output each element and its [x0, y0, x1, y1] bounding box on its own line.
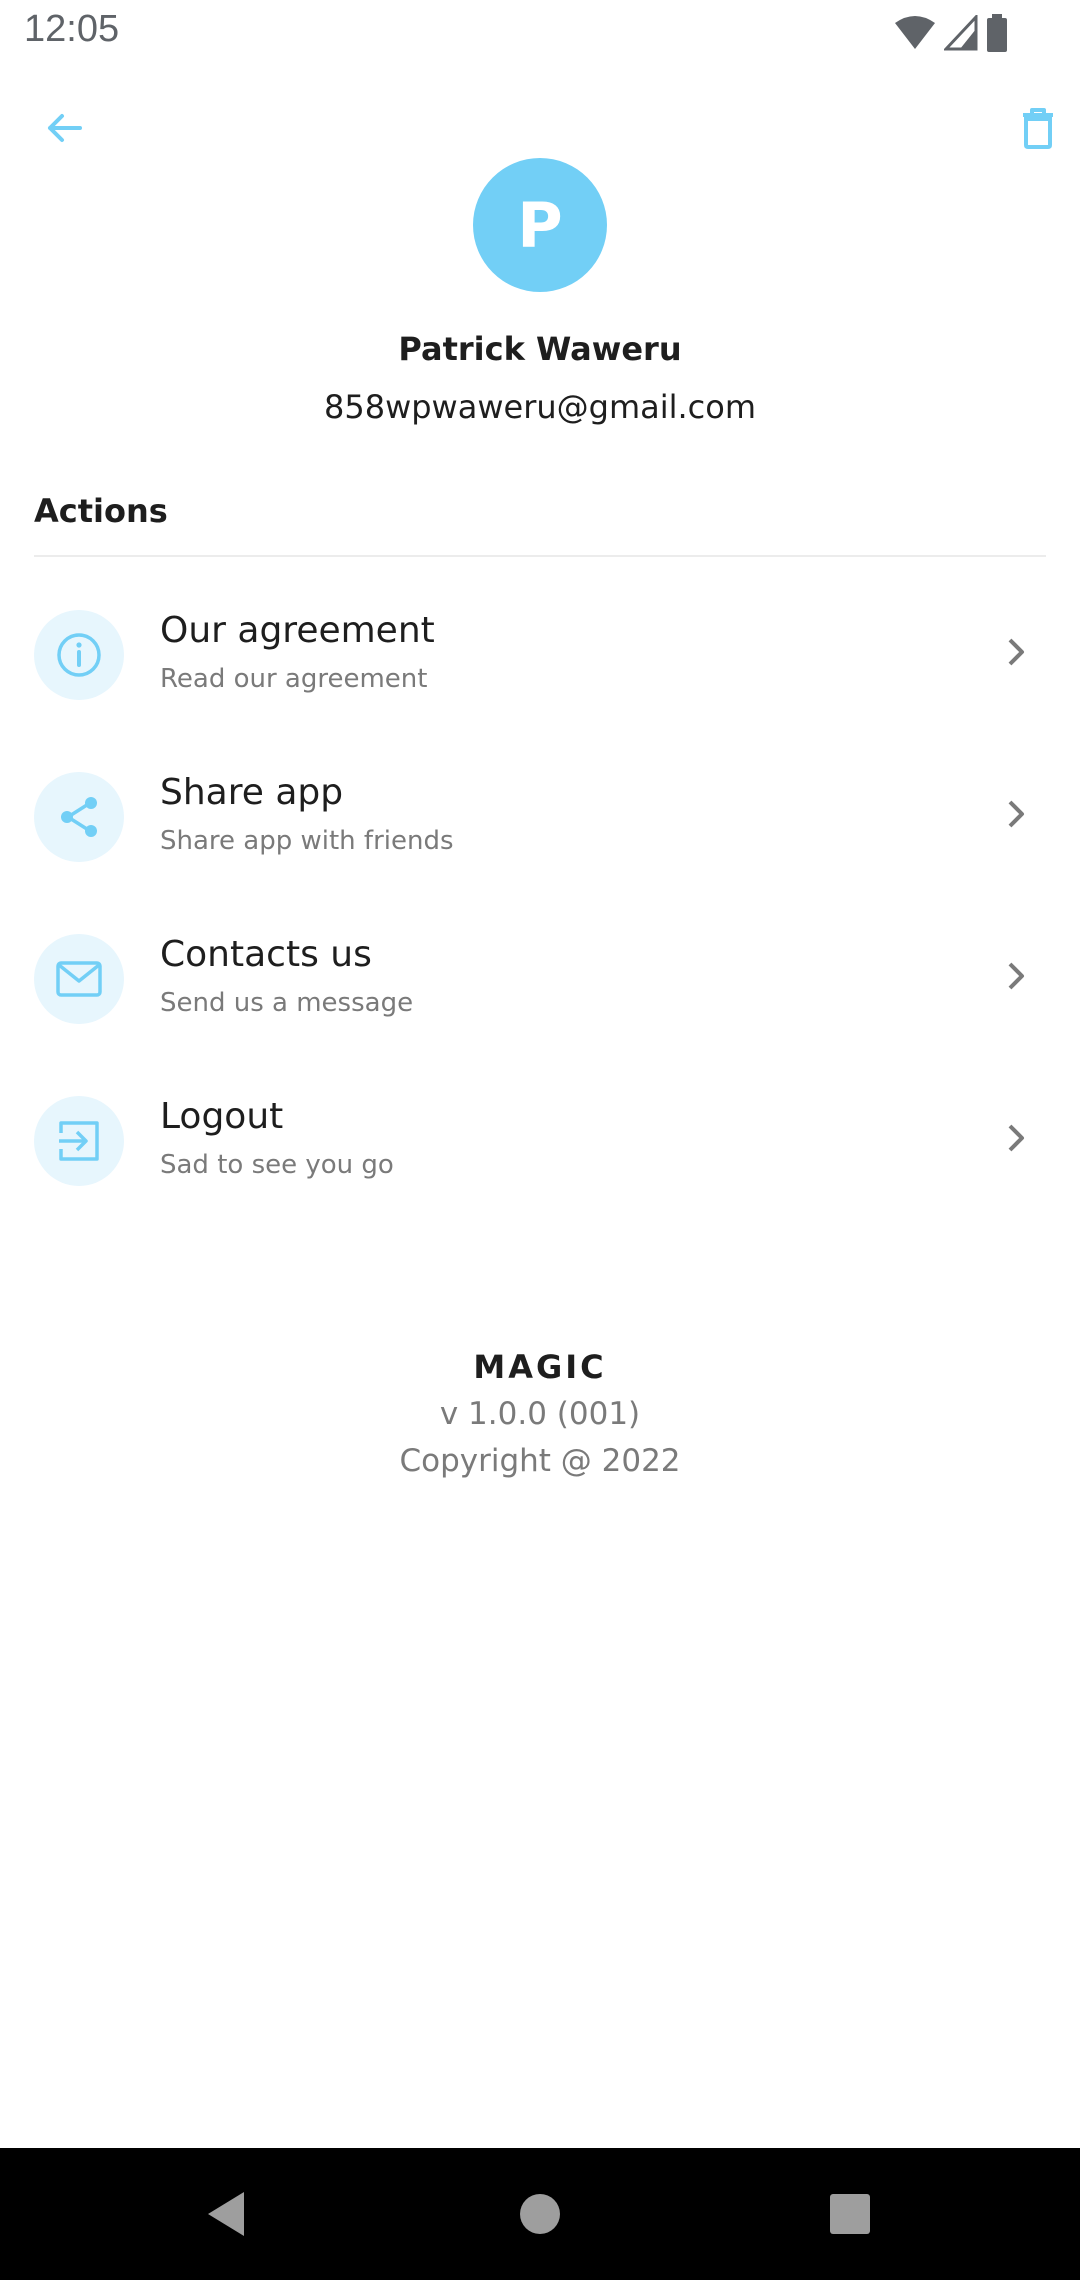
- wifi-icon: [894, 15, 936, 55]
- action-item-agreement[interactable]: Our agreement Read our agreement: [0, 590, 1080, 752]
- action-title: Our agreement: [160, 610, 435, 651]
- trash-icon: [1023, 108, 1053, 149]
- delete-button[interactable]: [1010, 100, 1066, 156]
- action-item-contacts[interactable]: Contacts us Send us a message: [0, 914, 1080, 1076]
- chevron-right-icon: [996, 956, 1036, 996]
- battery-icon: [986, 14, 1008, 56]
- nav-home-button[interactable]: [510, 2184, 570, 2244]
- avatar: P: [473, 158, 607, 292]
- info-icon: [34, 610, 124, 700]
- chevron-right-icon: [996, 632, 1036, 672]
- status-icons: [894, 13, 1008, 56]
- cellular-signal-icon: [942, 13, 978, 55]
- mail-icon: [34, 934, 124, 1024]
- copyright: Copyright @ 2022: [399, 1443, 681, 1479]
- nav-back-button[interactable]: [196, 2184, 256, 2244]
- user-name: Patrick Waweru: [398, 330, 682, 368]
- action-title: Share app: [160, 772, 344, 813]
- triangle-back-icon: [208, 2192, 244, 2236]
- share-icon: [34, 772, 124, 862]
- arrow-left-icon: [48, 114, 82, 142]
- chevron-right-icon: [996, 794, 1036, 834]
- action-subtitle: Sad to see you go: [160, 1150, 394, 1180]
- action-item-logout[interactable]: Logout Sad to see you go: [0, 1076, 1080, 1238]
- back-button[interactable]: [36, 100, 92, 156]
- user-email: 858wpwaweru@gmail.com: [323, 388, 757, 426]
- system-nav-bar: [0, 2148, 1080, 2280]
- status-bar: 12:05: [0, 0, 1080, 66]
- app-name: MAGIC: [473, 1348, 607, 1386]
- action-title: Logout: [160, 1096, 284, 1137]
- profile-screen: 12:05 P Patrick Waweru 858wpwaweru@gmail…: [0, 0, 1080, 2280]
- circle-home-icon: [520, 2194, 560, 2234]
- action-subtitle: Read our agreement: [160, 664, 428, 694]
- nav-recents-button[interactable]: [820, 2184, 880, 2244]
- action-item-share[interactable]: Share app Share app with friends: [0, 752, 1080, 914]
- app-version: v 1.0.0 (001): [439, 1396, 641, 1432]
- divider: [34, 555, 1046, 557]
- status-time: 12:05: [24, 8, 120, 50]
- action-subtitle: Share app with friends: [160, 826, 454, 856]
- chevron-right-icon: [996, 1118, 1036, 1158]
- action-subtitle: Send us a message: [160, 988, 414, 1018]
- action-list: Our agreement Read our agreement Share a…: [0, 590, 1080, 1238]
- square-recents-icon: [830, 2194, 870, 2234]
- actions-section-title: Actions: [34, 492, 168, 530]
- action-title: Contacts us: [160, 934, 372, 975]
- logout-icon: [34, 1096, 124, 1186]
